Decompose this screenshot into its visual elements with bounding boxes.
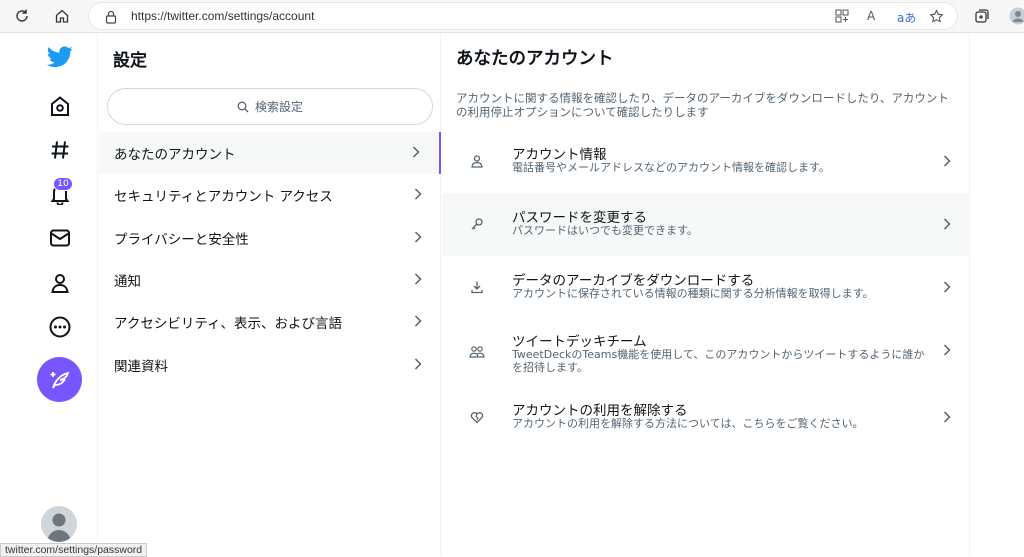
chevron-right-icon [942, 280, 952, 294]
account-panel: あなたのアカウント アカウントに関する情報を確認したり、データのアーカイブをダウ… [442, 34, 970, 555]
settings-column: 設定 検索設定 あなたのアカウント セキュリティとアカウント アクセス プライバ… [99, 34, 441, 555]
download-archive-item[interactable]: データのアーカイブをダウンロードする アカウントに保存されている情報の種類に関す… [442, 256, 970, 319]
account-title: あなたのアカウント [456, 45, 614, 70]
refresh-icon[interactable] [10, 4, 34, 28]
more-icon[interactable] [46, 313, 74, 341]
settings-title: 設定 [113, 46, 147, 71]
favorite-star-icon[interactable] [929, 9, 944, 27]
item-title: パスワードを変更する [512, 206, 647, 226]
twitter-logo-icon[interactable] [46, 43, 74, 71]
home-icon[interactable] [46, 92, 74, 120]
settings-item-label: プライバシーと安全性 [114, 228, 249, 248]
url-text[interactable]: https://twitter.com/settings/account [131, 9, 314, 23]
chevron-right-icon [413, 230, 423, 244]
item-subtitle: アカウントに保存されている情報の種類に関する分析情報を取得します。 [512, 287, 927, 300]
search-icon [237, 101, 249, 113]
chevron-right-icon [942, 154, 952, 168]
settings-item-your-account[interactable]: あなたのアカウント [99, 132, 441, 174]
profile-browser-icon[interactable] [1006, 4, 1024, 28]
chevron-right-icon [411, 145, 421, 159]
chevron-right-icon [942, 410, 952, 424]
settings-item-label: あなたのアカウント [114, 143, 236, 163]
item-subtitle: 電話番号やメールアドレスなどのアカウント情報を確認します。 [512, 161, 927, 174]
search-settings-input[interactable]: 検索設定 [107, 88, 433, 125]
explore-icon[interactable] [46, 136, 74, 164]
key-icon [468, 215, 486, 233]
item-subtitle: アカウントの利用を解除する方法については、こちらをご覧ください。 [512, 417, 927, 430]
item-title: アカウントの利用を解除する [512, 399, 688, 419]
lock-icon[interactable] [105, 9, 117, 28]
profile-icon[interactable] [46, 269, 74, 297]
account-info-item[interactable]: アカウント情報 電話番号やメールアドレスなどのアカウント情報を確認します。 [442, 130, 970, 193]
settings-item-resources[interactable]: 関連資料 [99, 344, 441, 386]
team-icon [468, 343, 486, 361]
change-password-item[interactable]: パスワードを変更する パスワードはいつでも変更できます。 [442, 193, 970, 256]
settings-item-accessibility[interactable]: アクセシビリティ、表示、および言語 [99, 301, 441, 343]
deactivate-account-item[interactable]: アカウントの利用を解除する アカウントの利用を解除する方法については、こちらをご… [442, 386, 970, 449]
translate-icon[interactable]: aあ [897, 9, 916, 26]
primary-nav: 10 [0, 34, 98, 555]
chevron-right-icon [942, 217, 952, 231]
chevron-right-icon [413, 272, 423, 286]
browser-toolbar: https://twitter.com/settings/account A a… [0, 0, 1024, 33]
chevron-right-icon [942, 343, 952, 357]
account-description: アカウントに関する情報を確認したり、データのアーカイブをダウンロードしたり、アカ… [456, 91, 960, 119]
settings-item-label: 通知 [114, 270, 141, 290]
item-title: データのアーカイブをダウンロードする [512, 269, 754, 289]
search-placeholder: 検索設定 [255, 98, 303, 115]
home-browser-icon[interactable] [50, 4, 74, 28]
settings-item-notifications[interactable]: 通知 [99, 259, 441, 301]
settings-item-security[interactable]: セキュリティとアカウント アクセス [99, 174, 441, 216]
app-grid-icon[interactable] [835, 9, 849, 26]
collections-icon[interactable] [970, 4, 994, 28]
chevron-right-icon [413, 357, 423, 371]
chevron-right-icon [413, 314, 423, 328]
compose-tweet-button[interactable] [37, 357, 82, 402]
settings-item-label: 関連資料 [114, 355, 168, 375]
settings-item-label: セキュリティとアカウント アクセス [114, 185, 333, 205]
item-title: アカウント情報 [512, 143, 607, 163]
item-subtitle: TweetDeckのTeams機能を使用して、このアカウントからツイートするよう… [512, 348, 927, 374]
account-avatar[interactable] [41, 506, 77, 542]
settings-item-privacy[interactable]: プライバシーと安全性 [99, 217, 441, 259]
read-aloud-icon[interactable]: A [867, 9, 875, 23]
item-title: ツイートデッキチーム [512, 330, 647, 350]
messages-icon[interactable] [46, 224, 74, 252]
broken-heart-icon [468, 408, 486, 426]
item-subtitle: パスワードはいつでも変更できます。 [512, 224, 927, 237]
address-bar[interactable]: https://twitter.com/settings/account A a… [88, 2, 958, 30]
person-icon [468, 152, 486, 170]
download-icon [468, 278, 486, 296]
settings-item-label: アクセシビリティ、表示、および言語 [114, 312, 342, 332]
chevron-right-icon [413, 187, 423, 201]
tweetdeck-teams-item[interactable]: ツイートデッキチーム TweetDeckのTeams機能を使用して、このアカウン… [442, 319, 970, 384]
feather-plus-icon [49, 369, 71, 391]
notification-count-badge: 10 [53, 177, 73, 191]
